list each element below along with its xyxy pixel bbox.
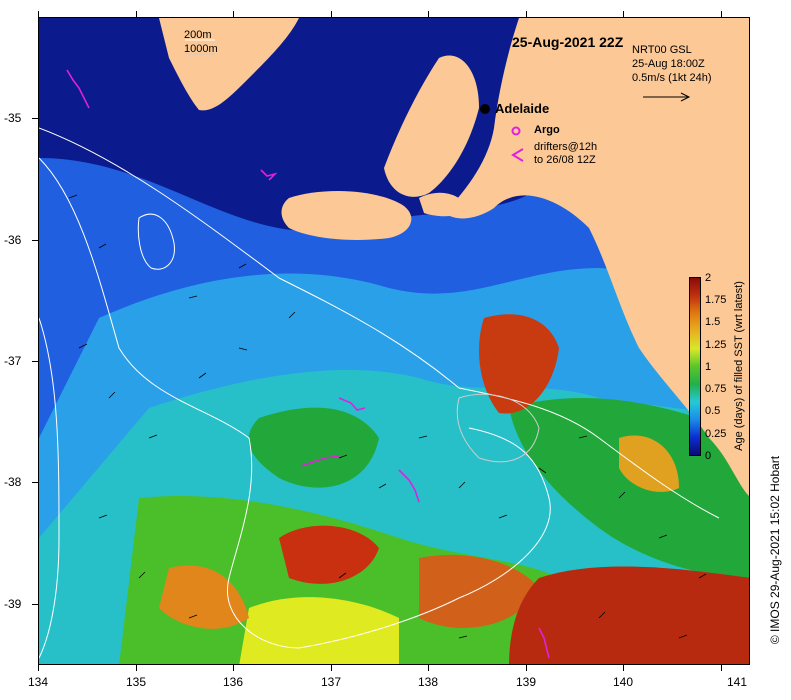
x-tick-label: 137 [320, 675, 342, 689]
y-tick-label: -36 [4, 233, 22, 247]
ocean-patch-red-2 [509, 566, 749, 664]
y-tick-label: -39 [4, 597, 22, 611]
x-tick-mark [526, 665, 527, 671]
map-panel [38, 17, 750, 665]
argo-legend-label: Argo [534, 124, 560, 136]
colorbar-label: 0.25 [705, 428, 727, 440]
isobath-legend-200m: 200m [184, 29, 212, 41]
product-name: NRT00 GSL [632, 44, 692, 56]
sst-age-map [39, 18, 749, 664]
adelaide-marker [480, 104, 490, 114]
date-title: 25-Aug-2021 22Z [512, 34, 624, 50]
x-tick-label: 139 [515, 675, 537, 689]
x-tick-label: 136 [222, 675, 244, 689]
x-tick-mark [721, 665, 722, 671]
x-tick-mark [233, 665, 234, 671]
colorbar-label: 1.25 [705, 339, 727, 351]
copyright-notice: © IMOS 29-Aug-2021 15:02 Hobart [768, 455, 782, 645]
x-tick-mark-top [331, 11, 332, 17]
colorbar-label: 2 [705, 272, 712, 284]
x-tick-mark-top [526, 11, 527, 17]
colorbar-label: 1.75 [705, 294, 727, 306]
x-tick-label: 135 [125, 675, 147, 689]
y-tick-label: -35 [4, 111, 22, 125]
colorbar-label: 1 [705, 361, 712, 373]
x-tick-mark [331, 665, 332, 671]
colorbar-label: 0.5 [705, 405, 721, 417]
city-label: Adelaide [495, 101, 550, 116]
x-tick-mark [38, 665, 39, 671]
drifter-legend-label: drifters@12h [534, 141, 598, 153]
x-tick-mark-top [428, 11, 429, 17]
product-time: 25-Aug 18:00Z [632, 58, 705, 70]
colorbar-label: 0.75 [705, 383, 727, 395]
y-tick-mark [32, 482, 38, 483]
isobath-legend-1000m: 1000m [184, 43, 218, 55]
y-tick-mark [32, 604, 38, 605]
y-tick-mark [32, 240, 38, 241]
x-tick-mark [623, 665, 624, 671]
x-tick-mark-top [233, 11, 234, 17]
colorbar [689, 277, 701, 456]
y-tick-label: -38 [4, 475, 22, 489]
y-tick-mark [32, 361, 38, 362]
x-tick-mark-top [623, 11, 624, 17]
colorbar-title: Age (days) of filled SST (wrt latest) [733, 281, 745, 451]
x-tick-label: 140 [612, 675, 634, 689]
y-tick-mark [32, 118, 38, 119]
velocity-scale-label: 0.5m/s (1kt 24h) [632, 72, 712, 84]
x-tick-mark [136, 665, 137, 671]
x-tick-mark-top [136, 11, 137, 17]
drifter-legend-label-2: to 26/08 12Z [534, 154, 596, 166]
x-tick-label: 134 [27, 675, 49, 689]
x-tick-label: 141 [726, 675, 748, 689]
colorbar-label: 1.5 [705, 316, 721, 328]
y-tick-label: -37 [4, 354, 22, 368]
x-tick-mark-top [38, 11, 39, 17]
x-tick-label: 138 [417, 675, 439, 689]
x-tick-mark-top [721, 11, 722, 17]
x-tick-mark [428, 665, 429, 671]
colorbar-label: 0 [705, 450, 712, 462]
